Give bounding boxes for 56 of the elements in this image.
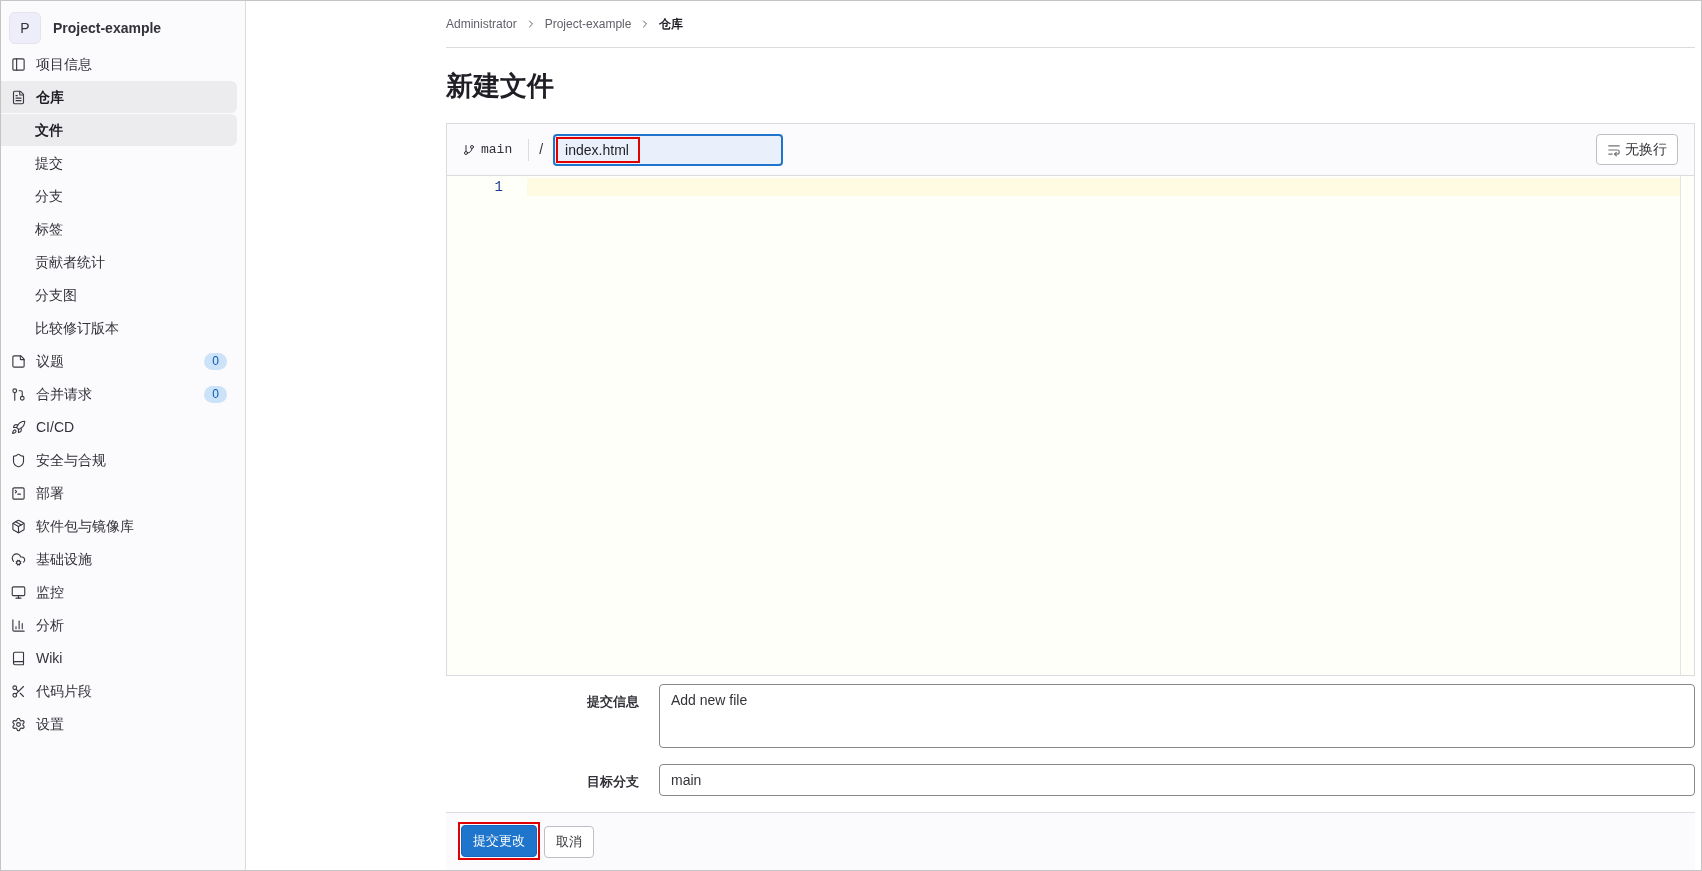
sidebar-item[interactable]: Wiki [1, 642, 237, 674]
breadcrumb-link[interactable]: Administrator [446, 15, 517, 33]
sidebar-item[interactable]: 软件包与镜像库 [1, 510, 237, 542]
sidebar-item[interactable]: 监控 [1, 576, 237, 608]
sidebar-item[interactable]: 安全与合规 [1, 444, 237, 476]
merge-request-icon [11, 386, 26, 402]
breadcrumb-link[interactable]: 仓库 [659, 15, 684, 33]
sidebar-item[interactable]: 分支图 [1, 279, 237, 311]
file-name-field[interactable]: index.html [553, 133, 784, 166]
note-icon [11, 353, 26, 369]
sidebar-item[interactable]: 项目信息 [1, 48, 237, 80]
target-branch-field[interactable]: main [659, 764, 1695, 796]
sidebar-item[interactable]: 贡献者统计 [1, 246, 237, 278]
sidebar-item[interactable]: 基础设施 [1, 543, 237, 575]
submit-button[interactable]: 提交更改 [461, 825, 537, 857]
count-badge: 0 [204, 385, 227, 403]
sidebar-item[interactable]: 仓库 [1, 81, 237, 113]
branch-name: main [481, 138, 530, 161]
book-icon [11, 650, 26, 666]
form-label: 提交信息 [586, 693, 640, 711]
sidebar-item[interactable]: 比较修订版本 [1, 312, 237, 344]
cloud-gear-icon [11, 551, 26, 567]
line-number: 1 [493, 178, 504, 196]
count-badge: 0 [204, 352, 227, 370]
sidebar-item[interactable]: 代码片段 [1, 675, 237, 707]
monitor-icon [11, 584, 26, 600]
wrap-lines-icon [1607, 142, 1621, 157]
sidebar-item[interactable]: 分析 [1, 609, 237, 641]
breadcrumb-link[interactable]: Project-example [544, 15, 632, 33]
panel-icon [11, 56, 26, 72]
path-separator: / [539, 140, 544, 159]
sidebar-item[interactable]: 提交 [1, 147, 237, 179]
settings-icon [11, 716, 26, 732]
sidebar-item[interactable]: 文件 [1, 114, 237, 146]
sidebar-item[interactable]: 议题 0 [1, 345, 237, 377]
sidebar-item[interactable]: 部署 [1, 477, 237, 509]
shield-icon [11, 452, 26, 468]
page-title: 新建文件 [446, 70, 555, 103]
form-label: 目标分支 [586, 773, 640, 791]
cancel-button[interactable]: 取消 [544, 826, 594, 858]
sidebar-item[interactable]: 分支 [1, 180, 237, 212]
rocket-icon [11, 419, 26, 435]
sidebar-item[interactable]: 合并请求 0 [1, 378, 237, 410]
sidebar-item[interactable]: 标签 [1, 213, 237, 245]
sidebar-item[interactable]: CI/CD [1, 411, 237, 443]
wrap-toggle-button[interactable]: 无换行 [1596, 134, 1678, 165]
terminal-icon [11, 485, 26, 501]
branch-icon [463, 143, 475, 156]
sidebar-item[interactable]: 设置 [1, 708, 237, 740]
project-name[interactable]: Project-example [53, 17, 162, 39]
commit-message-field[interactable]: Add new file [659, 684, 1695, 748]
package-icon [11, 518, 26, 534]
scissors-icon [11, 683, 26, 699]
document-icon [11, 89, 26, 105]
project-avatar: P [9, 12, 41, 44]
bar-chart-icon [11, 617, 26, 633]
